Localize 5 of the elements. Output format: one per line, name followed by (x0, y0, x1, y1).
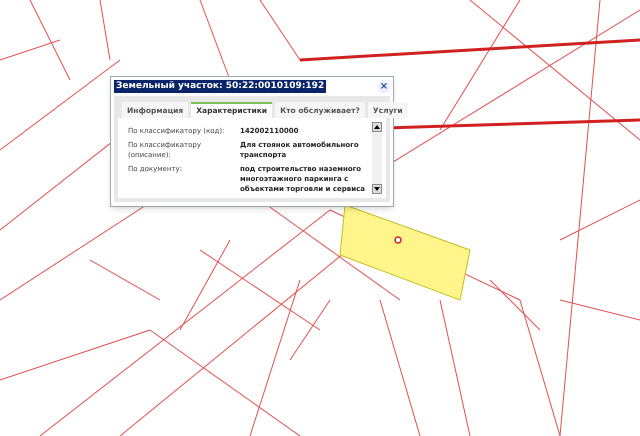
scrollbar[interactable] (372, 122, 382, 194)
close-button[interactable]: × (378, 80, 390, 92)
scroll-down-icon[interactable] (372, 184, 382, 194)
scroll-up-icon[interactable] (372, 122, 382, 132)
window-title: Земельный участок: 50:22:0010109:192 (114, 80, 326, 93)
